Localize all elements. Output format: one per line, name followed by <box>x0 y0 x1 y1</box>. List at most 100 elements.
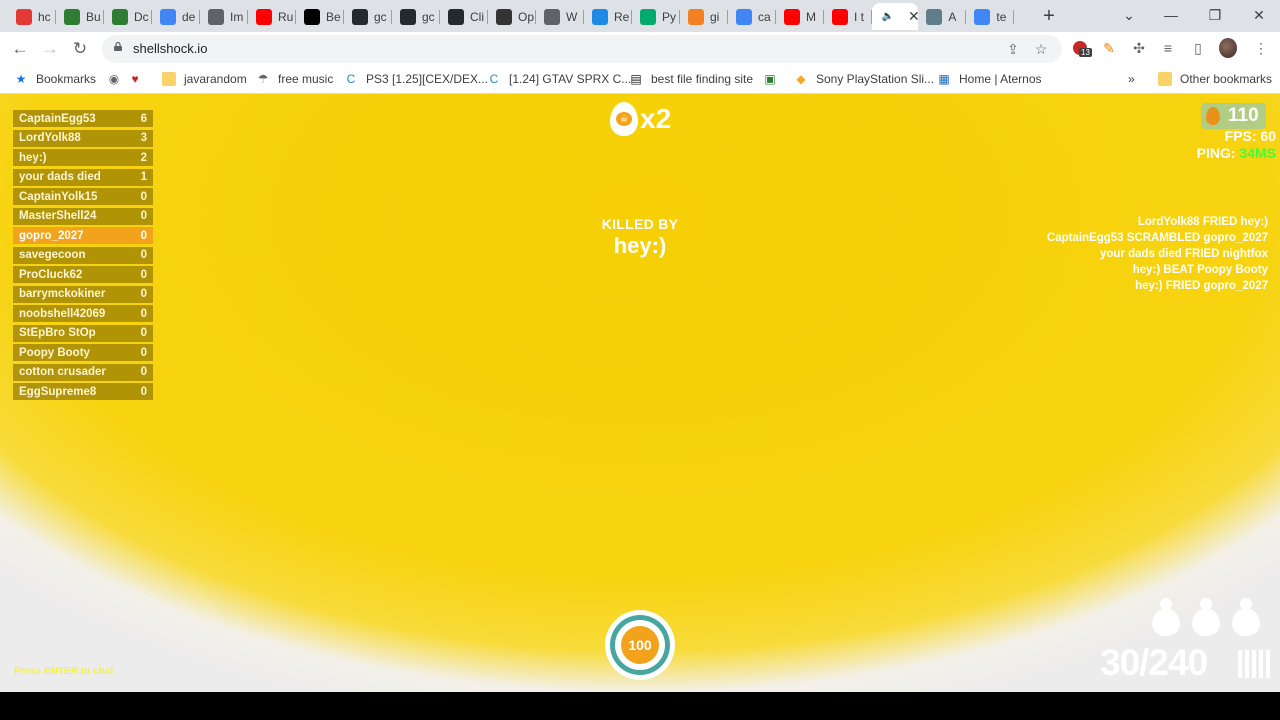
bookmark-item[interactable]: C [1.24] GTAV SPRX C... <box>487 70 632 88</box>
tab-title: hc <box>38 9 51 24</box>
leaderboard-row: barrymckokiner 0 <box>13 285 153 303</box>
browser-tab[interactable]: gi <box>680 3 728 30</box>
tab-title: Cli <box>470 9 484 24</box>
reload-icon: ↻ <box>72 39 88 58</box>
player-score: 0 <box>140 366 147 378</box>
youtube-icon <box>256 8 272 25</box>
egg-currency: 110 <box>1201 103 1266 129</box>
ping-readout: PING: 34MS <box>1197 145 1276 161</box>
bookmark-item[interactable]: ▣ <box>763 70 785 88</box>
browser-tab[interactable]: gc <box>344 3 392 30</box>
browser-tab[interactable]: Cli <box>440 3 488 30</box>
google-g-icon <box>736 8 752 25</box>
chat-prompt: Press ENTER to chat <box>14 666 114 677</box>
media-control-icon[interactable]: ≡ <box>1159 39 1177 57</box>
player-name: Poopy Booty <box>19 346 90 359</box>
browser-tab[interactable]: te <box>966 3 1014 30</box>
github-icon <box>352 8 368 25</box>
green-square-icon <box>64 8 80 25</box>
minimize-button[interactable]: — <box>1148 4 1194 28</box>
tab-title: W <box>566 9 578 24</box>
forward-button[interactable]: → <box>39 38 61 60</box>
player-name: noobshell42069 <box>19 307 106 320</box>
player-score: 6 <box>140 112 147 125</box>
tab-title: I t <box>854 9 865 24</box>
browser-tab[interactable]: 🔈 ✕ <box>872 3 918 30</box>
edit-extension-icon[interactable]: ✎ <box>1100 39 1118 57</box>
bookmark-item[interactable]: ▤ best file finding site <box>629 70 753 88</box>
browser-tab[interactable]: I t <box>824 3 872 30</box>
google-g-icon <box>160 8 176 25</box>
youtube-icon <box>784 8 800 25</box>
browser-tab[interactable]: ca <box>728 3 776 30</box>
bookmark-item[interactable]: ★ Bookmarks <box>14 70 96 88</box>
bookmark-label: Sony PlayStation Sli... <box>816 72 935 86</box>
tab-title: Be <box>326 9 341 24</box>
browser-tab[interactable]: Re <box>584 3 632 30</box>
bookmark-item[interactable]: ◆ Sony PlayStation Sli... <box>794 70 934 88</box>
browser-tab[interactable]: Be <box>296 3 344 30</box>
player-name: your dads died <box>19 171 101 183</box>
ping-value: 34MS <box>1239 145 1276 161</box>
folder-icon <box>1158 72 1172 86</box>
tab-title: Bu <box>86 9 101 24</box>
tab-title: Re <box>614 9 630 24</box>
reload-button[interactable]: ↻ <box>69 38 91 60</box>
bookmark-label: Bookmarks <box>36 72 97 86</box>
bookmark-item[interactable]: ▦ Home | Aternos <box>937 70 1041 88</box>
back-button[interactable]: ← <box>9 38 31 60</box>
player-score: 0 <box>140 307 147 320</box>
browser-tab[interactable]: gc <box>392 3 440 30</box>
bookmark-star-icon[interactable]: ☆ <box>1032 40 1050 58</box>
browser-tab[interactable]: M <box>776 3 824 30</box>
bookmark-item[interactable]: C PS3 [1.25][CEX/DEX... <box>344 70 488 88</box>
bookmark-item[interactable]: ♥ <box>128 70 150 88</box>
browser-tab[interactable]: Op <box>488 3 536 30</box>
other-bookmarks-folder[interactable]: Other bookmarks <box>1158 70 1272 88</box>
browser-tab[interactable]: Py <box>632 3 680 30</box>
leaderboard-row: noobshell42069 0 <box>13 305 153 322</box>
extension-badge: 13 <box>1079 48 1092 57</box>
bookmark-item[interactable]: ☂ free music <box>256 70 334 88</box>
browser-tab[interactable]: W <box>536 3 584 30</box>
bookmark-item[interactable]: javarandom <box>162 70 247 88</box>
browser-tab[interactable]: Bu <box>56 3 104 30</box>
player-score: 3 <box>140 132 147 144</box>
side-panel-icon[interactable]: ▯ <box>1189 39 1207 57</box>
kill-multiplier: x2 <box>640 103 672 134</box>
other-bookmarks-label: Other bookmarks <box>1180 72 1273 86</box>
browser-tab[interactable]: de <box>152 3 200 30</box>
browser-tab[interactable]: hc <box>8 3 56 30</box>
player-score: 0 <box>140 288 147 300</box>
killed-by-banner: KILLED BY hey:) <box>540 216 740 259</box>
tab-title: ca <box>758 9 771 24</box>
tab-search-button[interactable]: ⌄ <box>1106 4 1152 28</box>
profile-avatar[interactable] <box>1219 38 1237 58</box>
extensions-puzzle-icon[interactable]: ✣ <box>1130 39 1148 57</box>
game-canvas[interactable]: CaptainEgg53 6 LordYolk88 3 hey:) 2 your dads … <box>0 94 1280 692</box>
new-tab-button[interactable]: + <box>1038 5 1060 27</box>
close-window-button[interactable]: ✕ <box>1236 4 1280 28</box>
leaderboard-row: ProCluck62 0 <box>13 266 153 283</box>
maximize-button[interactable]: ❐ <box>1192 4 1238 28</box>
browser-tab[interactable]: A <box>918 3 966 30</box>
browser-tab[interactable]: Dc <box>104 3 152 30</box>
address-bar[interactable]: shellshock.io ⇪ ☆ <box>102 35 1062 63</box>
bookmark-item[interactable]: ◉ <box>107 70 129 88</box>
bookmark-label: best file finding site <box>651 72 754 86</box>
bag-icon: ◆ <box>796 72 806 86</box>
bookmarks-overflow-button[interactable]: » <box>1128 70 1135 88</box>
tab-title: M <box>806 9 816 24</box>
player-name: EggSupreme8 <box>19 385 97 398</box>
player-name: barrymckokiner <box>19 288 106 300</box>
browser-tab[interactable]: Ru <box>248 3 296 30</box>
browser-tab[interactable]: Im <box>200 3 248 30</box>
share-icon[interactable]: ⇪ <box>1004 40 1022 58</box>
close-tab-icon[interactable]: ✕ <box>908 8 918 25</box>
colorful-logo-icon <box>16 8 32 25</box>
avatar-icon <box>1219 38 1237 58</box>
extension-red-icon[interactable]: 13 <box>1071 39 1092 57</box>
tab-title: Ru <box>278 9 294 24</box>
menu-kebab-icon[interactable]: ⋮ <box>1252 39 1270 57</box>
player-name: savegecoon <box>19 249 86 261</box>
